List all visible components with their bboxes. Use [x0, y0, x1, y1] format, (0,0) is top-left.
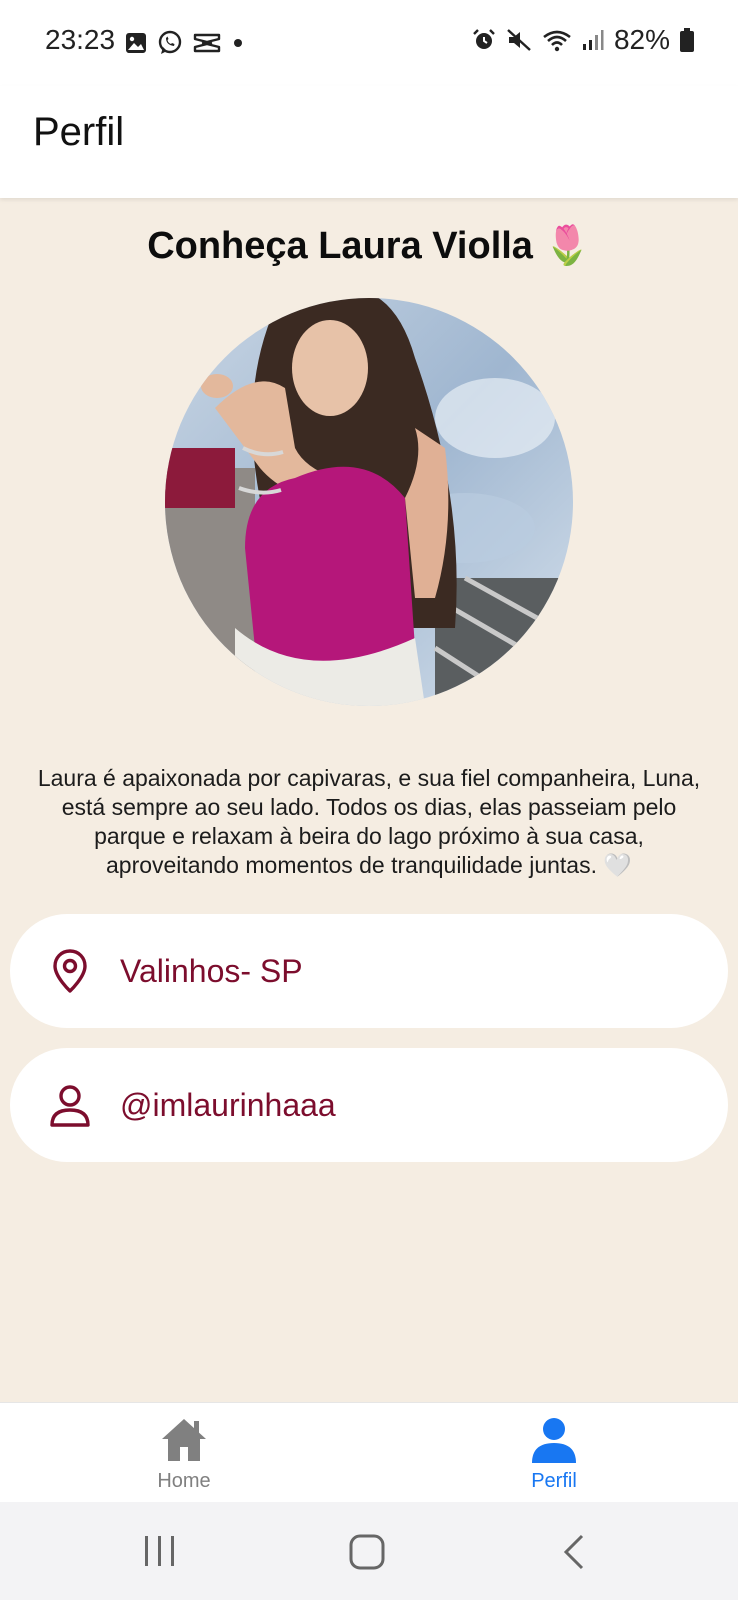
profile-content[interactable]: Conheça Laura Violla 🌷 Laura é apaixonad…	[0, 198, 738, 1402]
back-button[interactable]	[562, 1534, 586, 1570]
nav-label-home: Home	[157, 1470, 211, 1492]
location-label: Valinhos- SP	[120, 952, 303, 989]
dot-icon	[234, 39, 242, 47]
profile-avatar	[165, 298, 573, 706]
status-time: 23:23	[45, 24, 116, 55]
mute-icon	[507, 29, 531, 51]
battery-icon	[680, 28, 694, 52]
app-header: Perfil	[0, 86, 738, 198]
capcut-icon	[193, 33, 221, 53]
nav-item-home[interactable]: Home	[104, 1417, 264, 1493]
username-card[interactable]: @imlaurinhaaa	[10, 1048, 728, 1162]
location-pin-icon	[53, 949, 87, 993]
profile-bio: Laura é apaixonada por capivaras, e sua …	[37, 765, 701, 878]
home-button[interactable]	[349, 1534, 385, 1570]
battery-percent: 82%	[613, 24, 670, 55]
system-nav-bar	[0, 1502, 738, 1600]
profile-heading: Conheça Laura Violla 🌷	[147, 225, 591, 267]
bottom-nav: Home Perfil	[0, 1402, 738, 1503]
username-label: @imlaurinhaaa	[120, 1086, 336, 1123]
recent-apps-button[interactable]	[143, 1534, 177, 1568]
person-outline-icon	[50, 1085, 90, 1127]
signal-icon	[582, 30, 604, 50]
home-icon	[162, 1419, 206, 1461]
status-right: 82%	[472, 24, 694, 56]
gallery-icon	[126, 33, 146, 53]
location-card[interactable]: Valinhos- SP	[10, 914, 728, 1028]
person-icon	[532, 1418, 576, 1463]
alarm-icon	[473, 29, 495, 49]
status-left-icons	[125, 30, 245, 56]
nav-item-perfil[interactable]: Perfil	[474, 1417, 634, 1493]
whatsapp-icon	[158, 30, 182, 54]
status-bar: 23:23 82%	[0, 0, 738, 86]
nav-label-perfil: Perfil	[531, 1470, 577, 1492]
wifi-icon	[543, 30, 571, 52]
page-title: Perfil	[33, 110, 125, 154]
